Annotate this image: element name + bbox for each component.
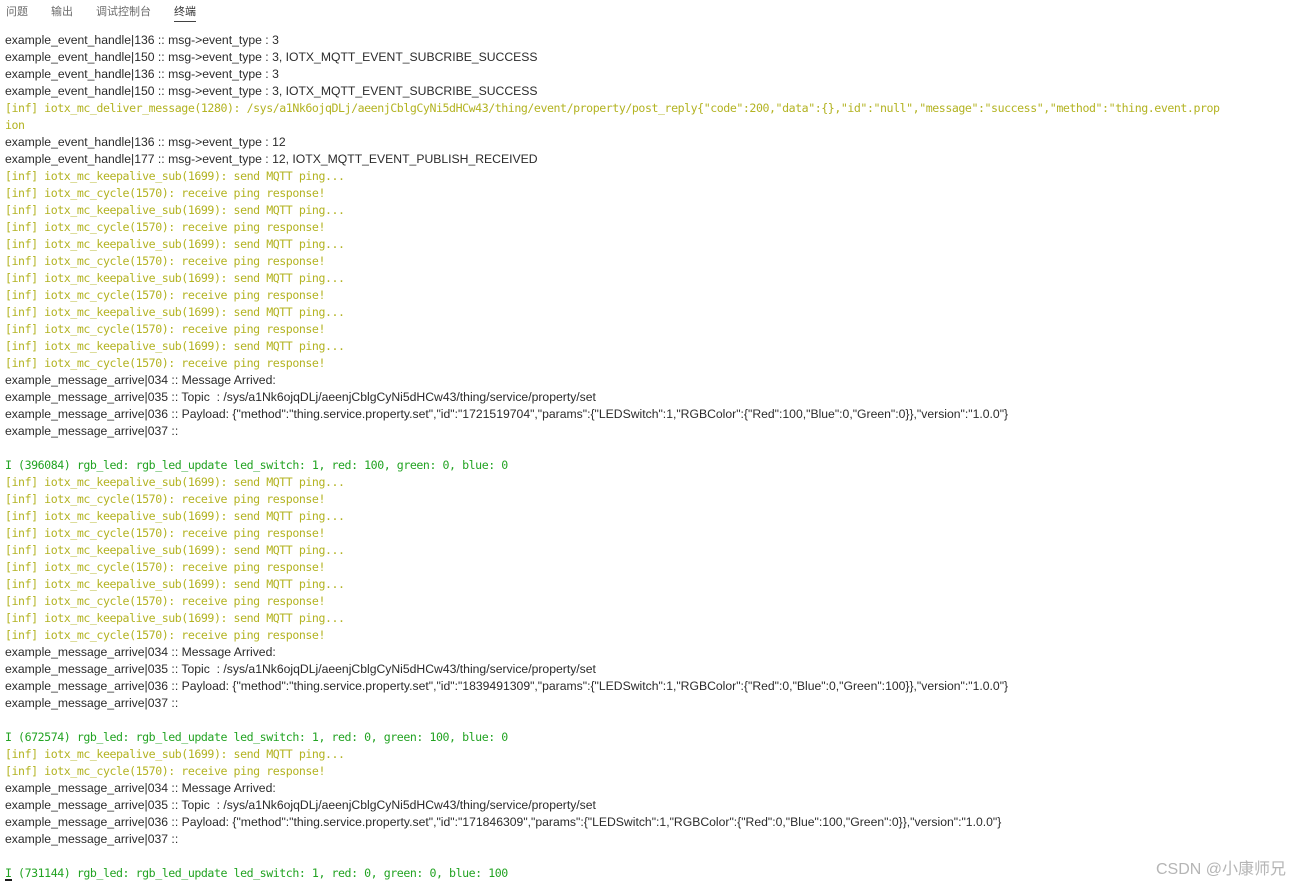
terminal-line: [inf] iotx_mc_cycle(1570): receive ping … [5, 220, 325, 234]
terminal-line: ion [5, 118, 25, 132]
terminal-line: [inf] iotx_mc_cycle(1570): receive ping … [5, 526, 325, 540]
terminal-line: [inf] iotx_mc_cycle(1570): receive ping … [5, 254, 325, 268]
terminal-line: [inf] iotx_mc_cycle(1570): receive ping … [5, 492, 325, 506]
terminal-line: [inf] iotx_mc_keepalive_sub(1699): send … [5, 543, 345, 557]
tab-terminal[interactable]: 终端 [174, 0, 196, 22]
terminal-line: [inf] iotx_mc_keepalive_sub(1699): send … [5, 339, 345, 353]
terminal-line: example_message_arrive|034 :: Message Ar… [5, 781, 276, 795]
terminal-line: example_event_handle|136 :: msg->event_t… [5, 135, 286, 149]
terminal-line: [inf] iotx_mc_cycle(1570): receive ping … [5, 186, 325, 200]
terminal-line: I (672574) rgb_led: rgb_led_update led_s… [5, 730, 508, 744]
terminal-line: example_message_arrive|036 :: Payload: {… [5, 679, 1009, 693]
terminal-line: I (396084) rgb_led: rgb_led_update led_s… [5, 458, 508, 472]
terminal-line: [inf] iotx_mc_keepalive_sub(1699): send … [5, 475, 345, 489]
terminal-line: [inf] iotx_mc_keepalive_sub(1699): send … [5, 271, 345, 285]
terminal-line: example_message_arrive|037 :: [5, 424, 179, 438]
terminal-line: [inf] iotx_mc_keepalive_sub(1699): send … [5, 203, 345, 217]
terminal-line: example_message_arrive|036 :: Payload: {… [5, 815, 1002, 829]
csdn-watermark: CSDN @小康师兄 [1155, 861, 1286, 878]
terminal-line: [inf] iotx_mc_deliver_message(1280): /sy… [5, 101, 1220, 115]
terminal-line: [inf] iotx_mc_keepalive_sub(1699): send … [5, 577, 345, 591]
terminal-output[interactable]: example_event_handle|136 :: msg->event_t… [5, 32, 1302, 885]
terminal-line: [inf] iotx_mc_cycle(1570): receive ping … [5, 288, 325, 302]
terminal-line: example_message_arrive|035 :: Topic : /s… [5, 390, 596, 404]
terminal-line: [inf] iotx_mc_keepalive_sub(1699): send … [5, 509, 345, 523]
terminal-line: example_message_arrive|036 :: Payload: {… [5, 407, 1009, 421]
tab-debug-console[interactable]: 调试控制台 [96, 0, 151, 21]
terminal-line: example_message_arrive|035 :: Topic : /s… [5, 798, 596, 812]
terminal-line: [inf] iotx_mc_keepalive_sub(1699): send … [5, 611, 345, 625]
terminal-line: [inf] iotx_mc_cycle(1570): receive ping … [5, 594, 325, 608]
terminal-line: [inf] iotx_mc_keepalive_sub(1699): send … [5, 169, 345, 183]
terminal-cursor [5, 879, 12, 881]
tab-output[interactable]: 输出 [51, 0, 73, 21]
tab-problems[interactable]: 问题 [6, 0, 28, 21]
terminal-line: [inf] iotx_mc_cycle(1570): receive ping … [5, 628, 325, 642]
terminal-line: [inf] iotx_mc_cycle(1570): receive ping … [5, 356, 325, 370]
terminal-line: example_message_arrive|037 :: [5, 832, 179, 846]
terminal-line: [inf] iotx_mc_keepalive_sub(1699): send … [5, 305, 345, 319]
terminal-line: example_event_handle|177 :: msg->event_t… [5, 152, 538, 166]
terminal-line: example_message_arrive|037 :: [5, 696, 179, 710]
terminal-line: I (731144) rgb_led: rgb_led_update led_s… [5, 866, 508, 880]
terminal-line: [inf] iotx_mc_cycle(1570): receive ping … [5, 764, 325, 778]
terminal-line: [inf] iotx_mc_keepalive_sub(1699): send … [5, 237, 345, 251]
terminal-line: example_message_arrive|034 :: Message Ar… [5, 373, 276, 387]
terminal-line: example_event_handle|150 :: msg->event_t… [5, 50, 538, 64]
terminal-line: example_message_arrive|034 :: Message Ar… [5, 645, 276, 659]
terminal-line: [inf] iotx_mc_cycle(1570): receive ping … [5, 322, 325, 336]
panel-tab-bar: 问题 输出 调试控制台 终端 [0, 0, 1302, 28]
terminal-line: [inf] iotx_mc_keepalive_sub(1699): send … [5, 747, 345, 761]
terminal-line: example_event_handle|136 :: msg->event_t… [5, 67, 279, 81]
terminal-line: example_message_arrive|035 :: Topic : /s… [5, 662, 596, 676]
terminal-line: [inf] iotx_mc_cycle(1570): receive ping … [5, 560, 325, 574]
terminal-line: example_event_handle|136 :: msg->event_t… [5, 33, 279, 47]
terminal-line: example_event_handle|150 :: msg->event_t… [5, 84, 538, 98]
